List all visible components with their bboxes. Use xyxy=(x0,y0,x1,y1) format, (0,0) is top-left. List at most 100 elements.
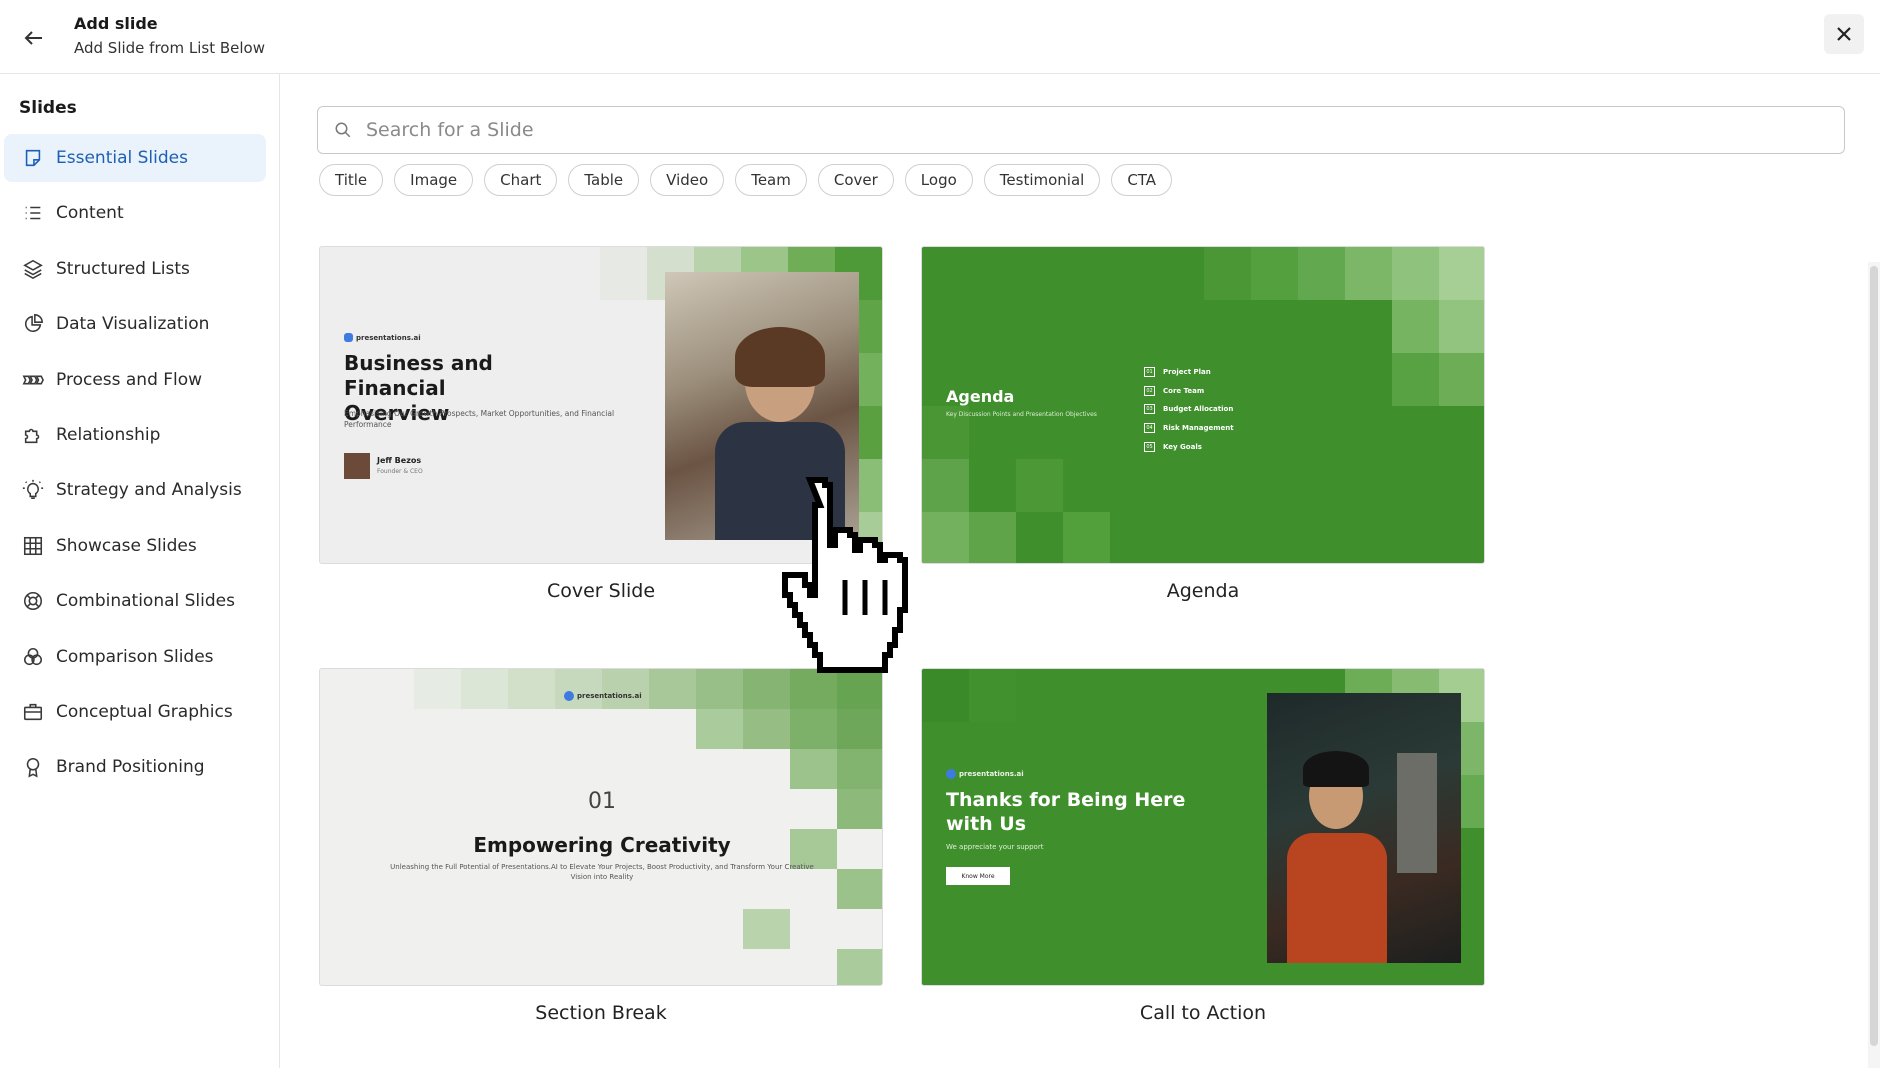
arrow-left-icon xyxy=(24,31,42,45)
logo-mark-icon xyxy=(564,691,574,701)
sidebar-list: Essential Slides Content Structured List… xyxy=(4,134,266,799)
sidebar-item-label: Relationship xyxy=(56,424,161,445)
logo-mark-icon xyxy=(344,333,353,342)
sidebar-item-label: Process and Flow xyxy=(56,369,203,390)
brand-name: presentations.ai xyxy=(577,692,642,700)
agenda-list: 01 Project Plan 02 Core Team 03 Budget A… xyxy=(1144,363,1234,456)
brand-logo: presentations.ai xyxy=(344,333,421,342)
slide-thumbnail: presentations.ai 01 Empowering Creativit… xyxy=(319,668,883,986)
agenda-text: Risk Management xyxy=(1163,424,1234,433)
cta-button: Know More xyxy=(946,867,1010,885)
sidebar-item-process-and-flow[interactable]: Process and Flow xyxy=(4,356,266,404)
sidebar-item-label: Essential Slides xyxy=(56,148,188,168)
cover-photo xyxy=(665,272,859,540)
chip-image[interactable]: Image xyxy=(394,164,474,196)
chip-chart[interactable]: Chart xyxy=(484,164,558,196)
agenda-number: 01 xyxy=(1144,367,1155,378)
slide-card-cover[interactable]: presentations.ai Business and Financial … xyxy=(319,246,883,602)
agenda-item: 04 Risk Management xyxy=(1144,419,1234,438)
sidebar-item-label: Combinational Slides xyxy=(56,591,235,612)
search-input[interactable] xyxy=(366,119,1766,141)
top-bar: Add slide Add Slide from List Below xyxy=(0,0,1880,74)
sidebar-item-combinational-slides[interactable]: Combinational Slides xyxy=(4,577,266,625)
list-icon xyxy=(20,200,46,226)
sidebar-item-structured-lists[interactable]: Structured Lists xyxy=(4,245,266,293)
slide-description: Emphasising Our Growth Prospects, Market… xyxy=(344,409,615,429)
scrollbar[interactable] xyxy=(1868,262,1880,1068)
chip-logo[interactable]: Logo xyxy=(904,164,973,196)
agenda-text: Budget Allocation xyxy=(1163,405,1234,414)
agenda-item: 05 Key Goals xyxy=(1144,437,1234,456)
sidebar-item-label: Brand Positioning xyxy=(56,757,205,778)
agenda-number: 02 xyxy=(1144,385,1155,396)
person-avatar xyxy=(344,453,370,479)
sidebar-item-conceptual-graphics[interactable]: Conceptual Graphics xyxy=(4,688,266,736)
sidebar-item-label: Structured Lists xyxy=(56,258,190,279)
chip-team[interactable]: Team xyxy=(735,164,807,196)
close-button[interactable] xyxy=(1824,14,1864,54)
scrollbar-thumb[interactable] xyxy=(1870,266,1878,1046)
section-number: 01 xyxy=(588,789,616,814)
brand-logo: presentations.ai xyxy=(946,769,1024,779)
chip-cover[interactable]: Cover xyxy=(817,164,894,196)
page-title: Add slide xyxy=(74,14,158,33)
person-name: Jeff Bezos xyxy=(377,456,422,465)
sidebar-heading: Slides xyxy=(19,98,77,118)
slide-card-section-break[interactable]: presentations.ai 01 Empowering Creativit… xyxy=(319,668,883,1024)
sidebar-item-label: Data Visualization xyxy=(56,314,210,335)
sidebar-item-label: Conceptual Graphics xyxy=(56,701,233,722)
agenda-text: Key Goals xyxy=(1163,442,1202,451)
chip-cta[interactable]: CTA xyxy=(1111,164,1173,196)
sidebar-item-showcase-slides[interactable]: Showcase Slides xyxy=(4,522,266,570)
brand-name: presentations.ai xyxy=(356,333,421,342)
slide-card-agenda[interactable]: Agenda Key Discussion Points and Present… xyxy=(921,246,1485,602)
card-label: Section Break xyxy=(535,1002,667,1024)
sidebar-item-label: Content xyxy=(56,203,124,224)
arrows-flow-icon xyxy=(20,367,46,393)
agenda-number: 05 xyxy=(1144,441,1155,452)
cta-photo xyxy=(1267,693,1461,963)
person-role: Founder & CEO xyxy=(377,468,423,475)
chip-title[interactable]: Title xyxy=(319,164,384,196)
table-grid-icon xyxy=(20,533,46,559)
card-label: Cover Slide xyxy=(546,580,656,602)
slide-heading: Empowering Creativity xyxy=(473,833,731,857)
agenda-text: Project Plan xyxy=(1163,368,1211,377)
sidebar-item-comparison-slides[interactable]: Comparison Slides xyxy=(4,633,266,681)
sidebar: Slides Essential Slides Content Structur… xyxy=(0,74,280,1068)
badge-icon xyxy=(20,754,46,780)
briefcase-icon xyxy=(20,699,46,725)
sidebar-item-relationship[interactable]: Relationship xyxy=(4,411,266,459)
layers-icon xyxy=(20,256,46,282)
sidebar-item-label: Showcase Slides xyxy=(56,535,197,556)
card-label: Call to Action xyxy=(1139,1002,1267,1024)
slide-heading: Thanks for Being Here with Us xyxy=(946,789,1186,835)
sidebar-item-strategy-and-analysis[interactable]: Strategy and Analysis xyxy=(4,466,266,514)
sidebar-item-brand-positioning[interactable]: Brand Positioning xyxy=(4,743,266,791)
filter-chips: Title Image Chart Table Video Team Cover… xyxy=(319,164,1173,196)
slide-description: Key Discussion Points and Presentation O… xyxy=(946,411,1097,418)
chip-table[interactable]: Table xyxy=(568,164,640,196)
back-button[interactable] xyxy=(16,20,52,56)
slide-card-call-to-action[interactable]: presentations.ai Thanks for Being Here w… xyxy=(921,668,1485,1024)
chip-testimonial[interactable]: Testimonial xyxy=(983,164,1101,196)
pixel-pattern xyxy=(414,669,882,985)
lifebuoy-icon xyxy=(20,588,46,614)
sidebar-item-essential-slides[interactable]: Essential Slides xyxy=(4,134,266,182)
chip-video[interactable]: Video xyxy=(650,164,725,196)
agenda-number: 04 xyxy=(1144,423,1155,434)
slide-heading: Agenda xyxy=(946,387,1015,406)
slide-description: Unleashing the Full Potential of Present… xyxy=(390,863,814,881)
sidebar-item-content[interactable]: Content xyxy=(4,189,266,237)
agenda-item: 02 Core Team xyxy=(1144,382,1234,401)
slide-thumbnail: presentations.ai Business and Financial … xyxy=(319,246,883,564)
pie-chart-icon xyxy=(20,311,46,337)
search-icon xyxy=(335,122,351,138)
slide-thumbnail: Agenda Key Discussion Points and Present… xyxy=(921,246,1485,564)
brand-name: presentations.ai xyxy=(959,770,1024,778)
note-icon xyxy=(20,145,46,171)
close-icon xyxy=(1837,27,1851,41)
brand-logo: presentations.ai xyxy=(564,691,642,701)
agenda-item: 01 Project Plan xyxy=(1144,363,1234,382)
sidebar-item-data-visualization[interactable]: Data Visualization xyxy=(4,300,266,348)
